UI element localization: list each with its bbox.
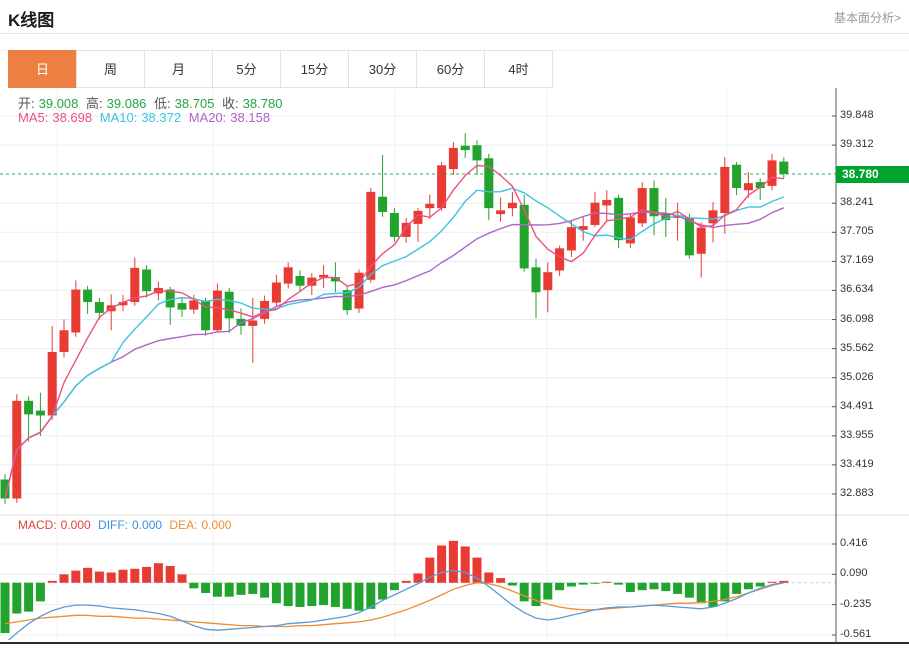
y-axis-label: 0.416 bbox=[840, 537, 868, 549]
tab-30分[interactable]: 30分 bbox=[348, 50, 417, 88]
current-price-tag: 38.780 bbox=[836, 166, 909, 183]
y-axis-label: 33.419 bbox=[840, 458, 874, 470]
kline-page: { "header": { "title": "K线图", "link": "基… bbox=[0, 0, 909, 645]
y-axis-label: -0.235 bbox=[840, 598, 871, 610]
y-axis-label: 38.241 bbox=[840, 196, 874, 208]
tab-15分[interactable]: 15分 bbox=[280, 50, 349, 88]
macd-group bbox=[0, 541, 836, 643]
y-axis-label: 0.090 bbox=[840, 567, 868, 579]
header-divider bbox=[0, 33, 909, 34]
candles-group bbox=[1, 133, 789, 504]
y-axis-label: 35.026 bbox=[840, 371, 874, 383]
fundamental-analysis-link[interactable]: 基本面分析> bbox=[834, 9, 901, 26]
ma20-line bbox=[5, 208, 784, 499]
y-axis-label: -0.561 bbox=[840, 628, 871, 640]
tab-4时[interactable]: 4时 bbox=[484, 50, 553, 88]
y-axis-label: 36.098 bbox=[840, 313, 874, 325]
tab-5分[interactable]: 5分 bbox=[212, 50, 281, 88]
y-axis-label: 36.634 bbox=[840, 283, 874, 295]
tab-日[interactable]: 日 bbox=[8, 50, 77, 88]
tab-月[interactable]: 月 bbox=[144, 50, 213, 88]
y-axis-label: 34.491 bbox=[840, 400, 874, 412]
tab-60分[interactable]: 60分 bbox=[416, 50, 485, 88]
page-title: K线图 bbox=[8, 6, 54, 31]
y-axis-label: 39.848 bbox=[840, 109, 874, 121]
kline-chart[interactable]: 开:39.008 高:39.086 低:38.705 收:38.780 MA5:… bbox=[0, 88, 909, 645]
tab-周[interactable]: 周 bbox=[76, 50, 145, 88]
y-axis-label: 32.883 bbox=[840, 487, 874, 499]
y-axis-label: 37.169 bbox=[840, 254, 874, 266]
y-axis-label: 37.705 bbox=[840, 225, 874, 237]
period-tab-bar: 日周月5分15分30分60分4时 bbox=[8, 50, 553, 88]
y-axis-label: 39.312 bbox=[840, 138, 874, 150]
y-axis-label: 33.955 bbox=[840, 429, 874, 441]
y-axis-label: 35.562 bbox=[840, 342, 874, 354]
chart-canvas[interactable] bbox=[0, 88, 909, 645]
